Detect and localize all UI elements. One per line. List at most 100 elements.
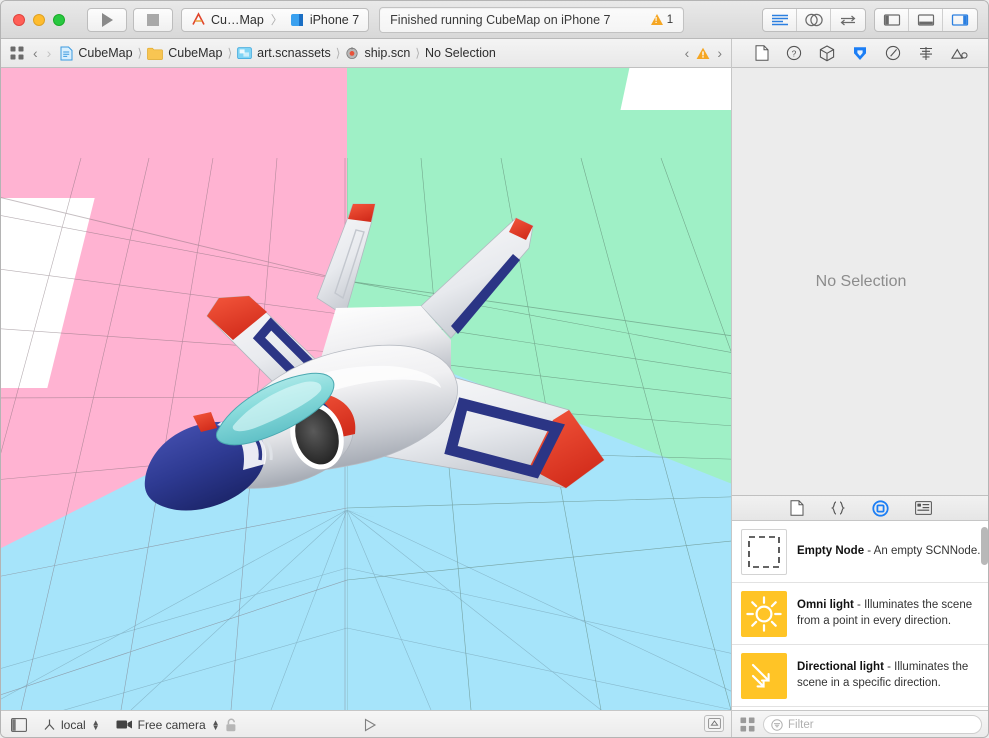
breadcrumb-chevron: ⟩ — [415, 46, 420, 60]
scheme-target-label: Cu…Map — [211, 12, 264, 27]
camera-control[interactable]: Free camera ▲ ▼ — [116, 718, 237, 732]
transform-space-value: local — [61, 717, 86, 732]
filter-placeholder: Filter — [788, 718, 814, 731]
list-item-text: Directional light - Illuminates the scen… — [797, 660, 981, 691]
previous-issue-button[interactable]: ‹ — [685, 45, 690, 61]
window-toolbar: Cu…Map 〉 iPhone 7 Finished running CubeM… — [1, 1, 988, 39]
assistant-editor-button[interactable] — [797, 8, 831, 31]
list-item[interactable]: Empty Node - An empty SCNNode. — [732, 521, 988, 583]
scheme-selector[interactable]: Cu…Map 〉 iPhone 7 — [181, 7, 370, 32]
hammer-icon — [191, 12, 206, 27]
breadcrumb-item-selection[interactable]: No Selection — [425, 46, 496, 60]
code-snippet-library-tab[interactable] — [830, 500, 846, 516]
library-layout-toggle-button[interactable] — [740, 717, 755, 732]
run-button[interactable] — [87, 7, 127, 32]
library-tab-bar — [731, 495, 988, 521]
list-item-title: Empty Node — [797, 544, 865, 557]
traffic-lights — [1, 13, 65, 26]
cubemap-highlight-right — [620, 68, 731, 110]
breadcrumb-item-folder[interactable]: CubeMap — [147, 46, 222, 60]
toolbar-right-controls — [762, 7, 988, 32]
breadcrumb-chevron: ⟩ — [227, 46, 233, 60]
quick-help-inspector-tab[interactable]: ? — [786, 45, 802, 61]
device-icon — [290, 13, 305, 27]
library-scrollbar[interactable] — [981, 527, 988, 565]
breadcrumb-label: ship.scn — [364, 46, 411, 60]
library-bottom-bar: Filter — [731, 710, 988, 737]
object-inspector-tab[interactable] — [819, 44, 835, 62]
lock-open-icon[interactable] — [225, 718, 237, 732]
issue-warning-icon[interactable] — [696, 47, 710, 60]
media-library-tab[interactable] — [915, 501, 932, 515]
version-editor-button[interactable] — [831, 9, 865, 31]
camera-value: Free camera — [137, 717, 206, 732]
object-library-list[interactable]: Empty Node - An empty SCNNode. Omni ligh… — [731, 521, 988, 710]
object-library-tab[interactable] — [872, 499, 889, 517]
file-template-library-tab[interactable] — [790, 500, 804, 516]
arrows-icon — [741, 652, 787, 699]
scnassets-icon — [237, 46, 252, 60]
stepper-icon[interactable]: ▲ ▼ — [92, 718, 100, 731]
jump-bar-left: ‹ › CubeMap ⟩ CubeMap ⟩ art.scnassets ⟩ … — [1, 45, 685, 61]
list-item-text: Empty Node - An empty SCNNode. — [797, 544, 980, 560]
inspector-panel: No Selection — [731, 68, 988, 495]
scene-editor-canvas[interactable] — [1, 68, 731, 710]
file-inspector-tab[interactable] — [755, 45, 769, 61]
breadcrumb-label: art.scnassets — [257, 46, 331, 60]
jet-geometry — [144, 203, 605, 511]
related-items-icon[interactable] — [10, 46, 24, 60]
list-item[interactable]: Omni light - Illuminates the scene from … — [732, 583, 988, 645]
editor-mode-group — [762, 7, 866, 32]
panel-toggle-group — [874, 7, 978, 32]
breadcrumb-chevron: ⟩ — [137, 46, 143, 60]
breadcrumb-item-project[interactable]: CubeMap — [60, 46, 133, 61]
list-item-title: Directional light — [797, 660, 884, 673]
forward-button[interactable]: › — [47, 45, 52, 61]
svg-text:?: ? — [791, 48, 796, 58]
breadcrumb-item-scnassets[interactable]: art.scnassets — [237, 46, 331, 60]
play-animations-button[interactable] — [363, 718, 377, 732]
folder-icon — [147, 47, 164, 60]
jet-airplane-model[interactable] — [121, 188, 641, 568]
scheme-separator: 〉 — [270, 13, 283, 27]
scene-export-button[interactable] — [704, 715, 724, 732]
sun-icon — [741, 590, 787, 637]
node-inspector-tab[interactable] — [852, 45, 868, 62]
jump-bar: ‹ › CubeMap ⟩ CubeMap ⟩ art.scnassets ⟩ … — [1, 38, 988, 68]
library-filter-field[interactable]: Filter — [763, 715, 982, 734]
back-button[interactable]: ‹ — [33, 45, 38, 61]
breadcrumb-label: CubeMap — [78, 46, 133, 60]
warning-icon — [650, 14, 663, 25]
attributes-inspector-tab[interactable] — [885, 45, 901, 61]
physics-inspector-tab[interactable] — [918, 46, 934, 61]
list-item-description: - An empty SCNNode. — [864, 544, 981, 557]
dashed-square-icon — [741, 528, 787, 575]
breadcrumb: CubeMap ⟩ CubeMap ⟩ art.scnassets ⟩ ship… — [60, 46, 496, 61]
inspector-tab-bar: ? — [731, 38, 988, 68]
scene-graph-toggle-button[interactable] — [11, 717, 27, 732]
stop-button[interactable] — [133, 7, 173, 32]
next-issue-button[interactable]: › — [717, 45, 722, 61]
scene-inspector-tab[interactable] — [950, 46, 968, 60]
zoom-button[interactable] — [53, 13, 65, 26]
inspector-toggle-button[interactable] — [943, 9, 977, 31]
xcode-window: Cu…Map 〉 iPhone 7 Finished running CubeM… — [0, 0, 989, 738]
standard-editor-button[interactable] — [763, 8, 797, 31]
play-icon — [101, 12, 113, 27]
issue-navigator-controls: ‹ › — [685, 45, 731, 61]
minimize-button[interactable] — [33, 13, 45, 26]
warning-count: 1 — [666, 13, 674, 26]
activity-status-bar[interactable]: Finished running CubeMap on iPhone 7 1 — [379, 6, 685, 33]
debug-area-toggle-button[interactable] — [909, 8, 943, 31]
transform-space-control[interactable]: local ▲ ▼ — [43, 718, 100, 732]
list-item[interactable]: Directional light - Illuminates the scen… — [732, 645, 988, 707]
stop-icon — [147, 13, 159, 26]
breadcrumb-item-scn-file[interactable]: ship.scn — [345, 46, 410, 60]
project-icon — [60, 46, 73, 61]
filter-icon — [771, 718, 783, 731]
list-item-text: Omni light - Illuminates the scene from … — [797, 598, 981, 629]
close-button[interactable] — [13, 13, 25, 26]
navigator-toggle-button[interactable] — [875, 8, 909, 31]
stepper-icon[interactable]: ▲ ▼ — [212, 718, 220, 731]
scheme-destination-label: iPhone 7 — [309, 12, 360, 27]
